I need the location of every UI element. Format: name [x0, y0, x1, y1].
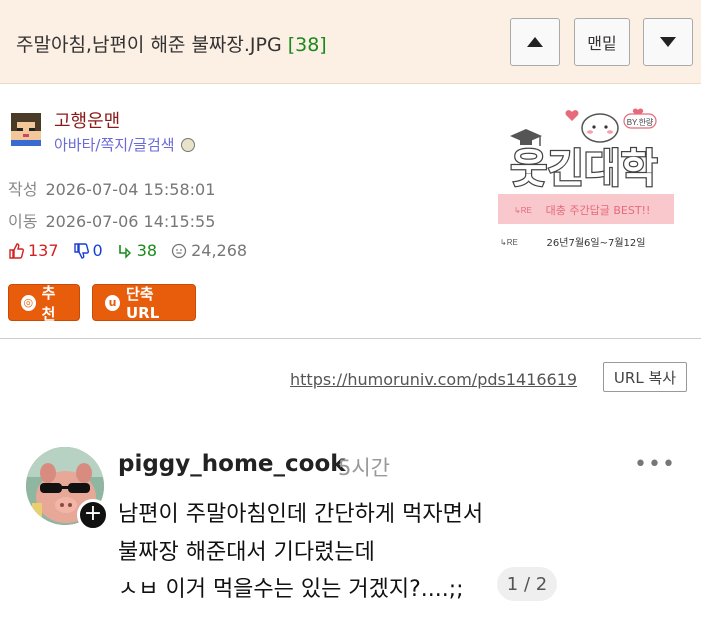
- post-title: 주말아침,남편이 해준 불짜장.JPG [38]: [16, 30, 327, 57]
- downvote-count: 0: [92, 241, 103, 260]
- author-link-search[interactable]: 글검색: [133, 136, 174, 154]
- graduation-cap-icon: [510, 129, 542, 146]
- embed-text-line: ㅅㅂ 이거 먹을수는 있는 거겠지?....;;: [118, 577, 464, 602]
- copy-url-button[interactable]: URL 복사: [603, 362, 687, 392]
- logo-by-text: BY.한량: [627, 117, 654, 127]
- triangle-down-icon: [660, 37, 676, 47]
- logo-date-text: 26년7월6일~7월12일: [547, 237, 646, 249]
- recommend-icon: ◎: [21, 294, 36, 311]
- thumbs-up-icon: [9, 242, 24, 259]
- downvote-stat: 0: [73, 241, 103, 260]
- upvote-stat: 137: [8, 241, 59, 260]
- author-links: 아바타/쪽지/글검색: [54, 134, 195, 155]
- written-value: 2026-07-04 15:58:01: [45, 180, 216, 199]
- banner-prefix: ↳RE: [514, 206, 532, 215]
- smiley-icon: [171, 243, 187, 258]
- site-logo: BY.한량 웃긴대학 ↳RE 대충 주간답글 BEST!! ↳RE 26년7월6…: [498, 108, 674, 249]
- author-name[interactable]: 고행운맨: [54, 107, 120, 133]
- scroll-top-button[interactable]: [510, 18, 560, 66]
- reply-count[interactable]: [38]: [288, 34, 327, 56]
- more-options-icon[interactable]: •••: [634, 452, 676, 477]
- moved-value: 2026-07-06 14:15:55: [45, 212, 216, 231]
- heart-icon: [565, 110, 579, 121]
- moved-date-row: 이동 2026-07-06 14:15:55: [8, 208, 215, 232]
- post-short-url-link[interactable]: https://humoruniv.com/pds1416619: [290, 370, 577, 389]
- scroll-bottom-button[interactable]: 맨밑: [574, 18, 630, 66]
- mascot-icon: [581, 113, 619, 143]
- view-count: 24,268: [191, 241, 248, 260]
- author-link-avatar[interactable]: 아바타: [54, 136, 95, 154]
- recommend-label: 추천: [41, 283, 56, 323]
- moved-label: 이동: [8, 212, 38, 231]
- triangle-up-icon: [527, 37, 543, 47]
- embed-username[interactable]: piggy_home_cook: [118, 451, 346, 477]
- post-header: 주말아침,남편이 해준 불짜장.JPG [38] 맨밑: [0, 0, 701, 84]
- recommend-button[interactable]: ◎ 추천: [8, 283, 80, 323]
- date-prefix: ↳RE: [500, 238, 518, 247]
- post-stats: 137 0 38 24,268: [8, 241, 261, 260]
- author-link-message[interactable]: 쪽지: [100, 136, 128, 154]
- upvote-count: 137: [28, 241, 59, 260]
- written-label: 작성: [8, 180, 38, 199]
- reply-stat: 38: [117, 241, 157, 260]
- image-page-indicator: 1 / 2: [497, 567, 557, 601]
- thumbs-down-icon: [73, 242, 89, 259]
- view-stat: 24,268: [171, 241, 247, 260]
- rank-badge-icon: [180, 137, 195, 152]
- short-url-button[interactable]: u 단축URL: [92, 284, 196, 322]
- embed-time-ago: 5시간: [338, 456, 391, 480]
- written-date-row: 작성 2026-07-04 15:58:01: [8, 176, 215, 200]
- logo-main-text: 웃긴대학: [510, 146, 657, 192]
- post-title-text: 주말아침,남편이 해준 불짜장.JPG: [16, 34, 282, 56]
- author-avatar[interactable]: [8, 110, 44, 146]
- short-url-icon: u: [105, 294, 120, 311]
- embed-text-line: 불짜장 해준대서 기다렸는데: [118, 540, 375, 565]
- reply-count-stat: 38: [136, 241, 158, 260]
- short-url-label: 단축URL: [125, 285, 160, 322]
- embed-text-line: 남편이 주말아침인데 간단하게 먹자면서: [118, 502, 484, 527]
- follow-plus-icon[interactable]: +: [77, 499, 109, 531]
- next-post-button[interactable]: [643, 18, 693, 66]
- reply-arrow-icon: [118, 244, 131, 259]
- section-divider: [0, 338, 701, 339]
- banner-text: 대충 주간답글 BEST!!: [546, 204, 651, 217]
